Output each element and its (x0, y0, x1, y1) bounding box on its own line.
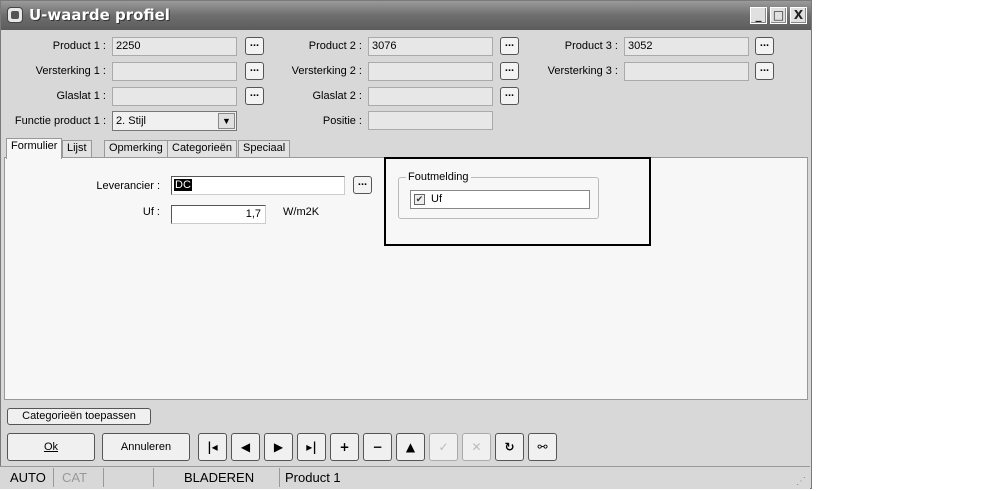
versterking1-field[interactable] (112, 62, 237, 81)
delete-icon: − (372, 440, 383, 454)
functie-label: Functie product 1 : (14, 115, 106, 127)
versterking2-label: Versterking 2 : (291, 65, 362, 77)
add-icon: + (339, 440, 350, 454)
product2-label: Product 2 : (308, 40, 362, 52)
maximize-button[interactable]: □ (770, 7, 787, 24)
product2-browse-button[interactable]: ... (500, 37, 519, 55)
product3-label: Product 3 : (564, 40, 618, 52)
uf-label: Uf : (142, 206, 160, 218)
up-icon: ▲ (405, 440, 416, 454)
title-bar[interactable]: U-waarde profiel _ □ X (1, 1, 811, 30)
positie-label: Positie : (322, 115, 362, 127)
product2-field[interactable]: 3076 (368, 37, 493, 56)
status-record: Product 1 (285, 470, 341, 485)
refresh-button[interactable]: ↻ (495, 433, 524, 461)
glaslat1-browse-button[interactable]: ... (245, 87, 264, 105)
app-icon (7, 7, 23, 23)
discard-button[interactable]: ✕ (462, 433, 491, 461)
glaslat1-field[interactable] (112, 87, 237, 106)
cancel-button[interactable]: Annuleren (102, 433, 190, 461)
versterking1-browse-button[interactable]: ... (245, 62, 264, 80)
product1-label: Product 1 : (52, 40, 106, 52)
search-binoculars-icon: ⚯ (537, 440, 548, 454)
tab-formulier[interactable]: Formulier (6, 138, 63, 159)
next-record-button[interactable]: ▶ (264, 433, 293, 461)
first-record-button[interactable]: |◂ (198, 433, 227, 461)
leverancier-input[interactable]: DC (171, 176, 345, 195)
uf-unit: W/m2K (283, 206, 320, 218)
status-state: BLADEREN (180, 468, 280, 487)
tab-opmerking[interactable]: Opmerking (104, 140, 168, 157)
close-button[interactable]: X (790, 7, 807, 24)
last-record-button[interactable]: ▸| (297, 433, 326, 461)
first-record-icon: |◂ (207, 440, 218, 454)
glaslat2-field[interactable] (368, 87, 493, 106)
up-button[interactable]: ▲ (396, 433, 425, 461)
add-button[interactable]: + (330, 433, 359, 461)
minimize-button[interactable]: _ (750, 7, 767, 24)
resize-grip-icon[interactable]: ⋰ (796, 476, 808, 488)
window-title: U-waarde profiel (29, 6, 170, 24)
confirm-icon: ✓ (438, 440, 449, 454)
leverancier-browse-button[interactable]: ... (353, 176, 372, 194)
product3-browse-button[interactable]: ... (755, 37, 774, 55)
last-record-icon: ▸| (306, 440, 317, 454)
foutmelding-item[interactable]: ✔ Uf (410, 190, 590, 209)
product1-field[interactable]: 2250 (112, 37, 237, 56)
uf-input[interactable]: 1,7 (171, 205, 266, 224)
tab-speciaal[interactable]: Speciaal (238, 140, 291, 157)
versterking2-browse-button[interactable]: ... (500, 62, 519, 80)
next-record-icon: ▶ (273, 440, 284, 454)
versterking2-field[interactable] (368, 62, 493, 81)
search-button[interactable]: ⚯ (528, 433, 557, 461)
status-mode-auto: AUTO (6, 468, 54, 487)
leverancier-value: DC (174, 179, 192, 191)
confirm-button[interactable]: ✓ (429, 433, 458, 461)
functie-select-value: 2. Stijl (116, 115, 146, 127)
previous-record-button[interactable]: ◀ (231, 433, 260, 461)
ok-button[interactable]: Ok (7, 433, 95, 461)
glaslat2-browse-button[interactable]: ... (500, 87, 519, 105)
chevron-down-icon[interactable]: ▼ (218, 113, 235, 129)
product3-field[interactable]: 3052 (624, 37, 749, 56)
previous-record-icon: ◀ (240, 440, 251, 454)
discard-icon: ✕ (471, 440, 482, 454)
versterking3-field[interactable] (624, 62, 749, 81)
versterking3-label: Versterking 3 : (547, 65, 618, 77)
glaslat1-label: Glaslat 1 : (56, 90, 106, 102)
positie-field[interactable] (368, 111, 493, 130)
glaslat2-label: Glaslat 2 : (312, 90, 362, 102)
status-empty (104, 468, 154, 487)
tab-lijst[interactable]: Lijst (62, 140, 92, 157)
checkbox-checked-icon[interactable]: ✔ (414, 194, 425, 205)
versterking1-label: Versterking 1 : (35, 65, 106, 77)
foutmelding-title: Foutmelding (406, 171, 471, 183)
foutmelding-item-label: Uf (431, 193, 442, 205)
product1-browse-button[interactable]: ... (245, 37, 264, 55)
status-mode-cat: CAT (58, 468, 104, 487)
versterking3-browse-button[interactable]: ... (755, 62, 774, 80)
refresh-icon: ↻ (504, 440, 515, 454)
functie-select[interactable]: 2. Stijl ▼ (112, 111, 237, 131)
leverancier-label: Leverancier : (96, 180, 160, 192)
delete-button[interactable]: − (363, 433, 392, 461)
tab-categorieen[interactable]: Categorieën (167, 140, 237, 157)
apply-categories-button[interactable]: Categorieën toepassen (7, 408, 151, 425)
